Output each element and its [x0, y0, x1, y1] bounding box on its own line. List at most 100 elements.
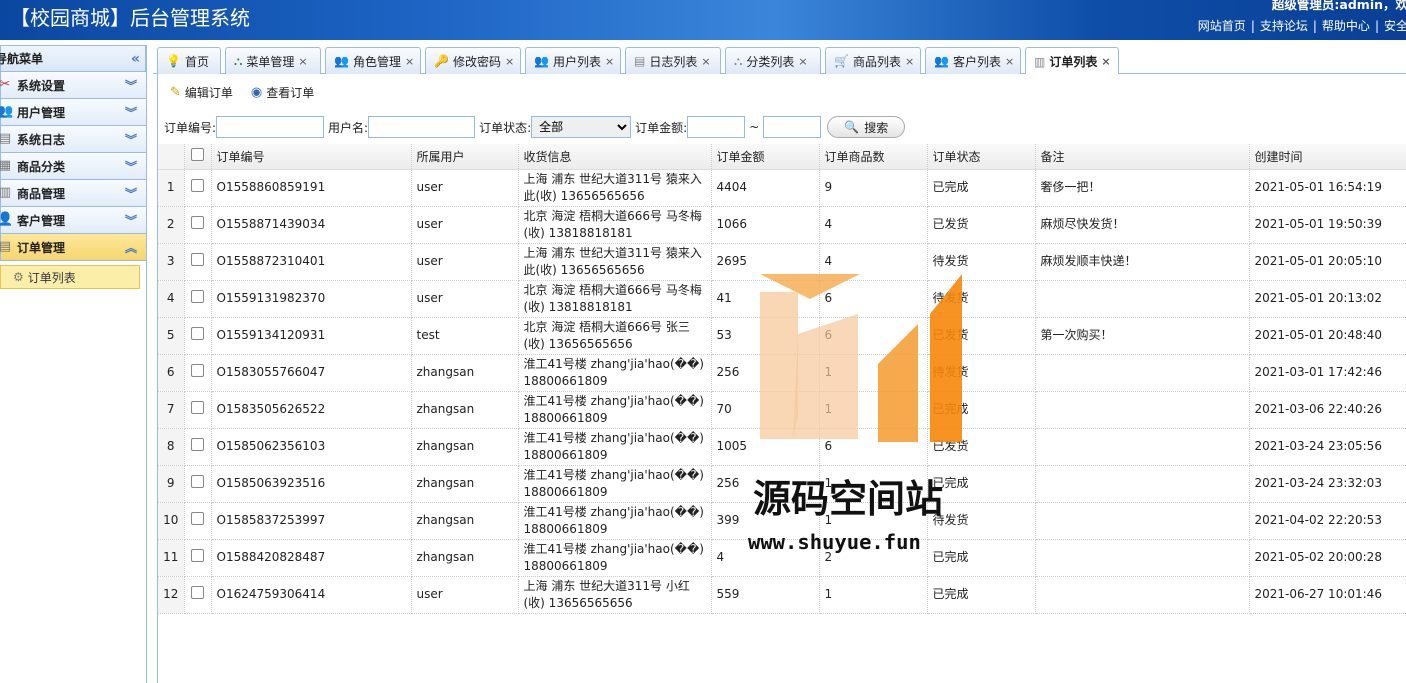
- col-note[interactable]: 备注: [1035, 144, 1250, 170]
- menu-system-log[interactable]: ▤ 系统日志 ︾: [0, 126, 146, 153]
- row-number: 8: [158, 428, 185, 466]
- close-icon[interactable]: ×: [798, 55, 807, 68]
- collapse-sidebar-icon[interactable]: «: [131, 51, 140, 67]
- table-row[interactable]: 9 O1585063923516 zhangsan 淮工41号楼 zhang'jia'…: [158, 465, 1406, 503]
- menu-system-settings[interactable]: ✂ 系统设置 ︾: [0, 72, 146, 99]
- cell-user: test: [411, 317, 519, 355]
- cell-note: [1035, 428, 1250, 466]
- tab-order-list[interactable]: ▥ 订单列表 ×: [1025, 47, 1119, 75]
- table-row[interactable]: 10 O1585837253997 zhangsan 淮工41号楼 zhang'jia…: [158, 502, 1406, 540]
- status-label: 订单状态:: [479, 120, 532, 135]
- row-select-checkbox[interactable]: [191, 215, 204, 229]
- cell-amount: 399: [711, 502, 820, 540]
- cell-time: 2021-05-01 20:48:40: [1249, 317, 1406, 355]
- close-icon[interactable]: ×: [298, 55, 307, 68]
- table-row[interactable]: 7 O1583505626522 zhangsan 淮工41号楼 zhang'jia'…: [158, 391, 1406, 429]
- table-row[interactable]: 12 O1624759306414 user 上海 浦东 世纪大道311号 小红(收)…: [158, 576, 1406, 614]
- row-number: 2: [158, 206, 185, 244]
- edit-order-button[interactable]: ✎ 编辑订单: [170, 84, 233, 101]
- cell-user: zhangsan: [411, 428, 519, 466]
- tab-role-management[interactable]: 👥 角色管理 ×: [325, 47, 421, 74]
- view-order-button[interactable]: ◉ 查看订单: [251, 84, 314, 101]
- tab-goods-list[interactable]: 🛒 商品列表 ×: [825, 47, 921, 74]
- expand-icon: ︾: [124, 187, 137, 201]
- username-input[interactable]: [368, 116, 476, 138]
- cell-time: 2021-05-01 20:13:02: [1249, 280, 1406, 318]
- close-icon[interactable]: ×: [505, 55, 514, 68]
- close-icon[interactable]: ×: [1005, 55, 1014, 68]
- order-no-input[interactable]: [216, 116, 325, 138]
- menu-customer-management[interactable]: 👤 客户管理 ︾: [0, 207, 146, 234]
- col-time[interactable]: 创建时间: [1249, 144, 1406, 170]
- row-select-checkbox[interactable]: [191, 548, 204, 562]
- link-help[interactable]: 帮助中心: [1322, 19, 1370, 33]
- col-status[interactable]: 订单状态: [927, 144, 1036, 170]
- tab-user-list[interactable]: 👥 用户列表 ×: [525, 47, 621, 74]
- cart-icon: 🛒: [834, 54, 849, 68]
- menu-order-management[interactable]: ▤ 订单管理 ︽: [0, 234, 146, 261]
- table-row[interactable]: 5 O1559134120931 test 北京 海淀 梧桐大道666号 张三(收) …: [158, 317, 1406, 355]
- table-row[interactable]: 2 O1558871439034 user 北京 海淀 梧桐大道666号 马冬梅(收)…: [158, 206, 1406, 244]
- tab-log-list[interactable]: ▤ 日志列表 ×: [625, 47, 721, 74]
- col-address[interactable]: 收货信息: [518, 144, 712, 170]
- tab-customer-list[interactable]: 👥 客户列表 ×: [925, 47, 1021, 74]
- document-icon: ▤: [634, 54, 646, 68]
- row-select-checkbox[interactable]: [191, 178, 204, 192]
- cell-address: 上海 浦东 世纪大道311号 猿来入此(收) 13656565656: [518, 243, 712, 281]
- row-select-checkbox[interactable]: [191, 474, 204, 488]
- tab-home[interactable]: 💡 首页: [157, 47, 221, 74]
- tab-category-list[interactable]: ⛬ 分类列表 ×: [725, 47, 821, 74]
- row-select-checkbox[interactable]: [191, 326, 204, 340]
- cell-note: [1035, 391, 1250, 429]
- col-amount[interactable]: 订单金额: [711, 144, 820, 170]
- col-order-no[interactable]: 订单编号: [211, 144, 412, 170]
- tab-change-password[interactable]: 🔑 修改密码 ×: [425, 47, 521, 74]
- table-row[interactable]: 11 O1588420828487 zhangsan 淮工41号楼 zhang'jia…: [158, 539, 1406, 577]
- row-select-checkbox[interactable]: [191, 252, 204, 266]
- link-security[interactable]: 安全: [1384, 19, 1406, 33]
- table-row[interactable]: 1 O1558860859191 user 上海 浦东 世纪大道311号 猿来入此(收…: [158, 169, 1406, 207]
- cell-order-no: O1624759306414: [211, 576, 412, 614]
- cell-order-no: O1559134120931: [211, 317, 412, 355]
- close-icon[interactable]: ×: [701, 55, 710, 68]
- tab-menu-management[interactable]: ⛬ 菜单管理 ×: [225, 47, 321, 74]
- row-checkbox: [184, 465, 212, 503]
- row-select-checkbox[interactable]: [191, 511, 204, 525]
- table-row[interactable]: 3 O1558872310401 user 上海 浦东 世纪大道311号 猿来入此(收…: [158, 243, 1406, 281]
- cell-user: zhangsan: [411, 354, 519, 392]
- menu-goods-management[interactable]: ▥ 商品管理 ︾: [0, 180, 146, 207]
- expand-icon: ︾: [124, 160, 137, 174]
- close-icon[interactable]: ×: [605, 55, 614, 68]
- collapse-icon: ︽: [124, 241, 137, 255]
- menu-goods-category[interactable]: ▦ 商品分类 ︾: [0, 153, 146, 180]
- expand-icon: ︾: [124, 214, 137, 228]
- status-select[interactable]: 全部: [531, 116, 632, 138]
- submenu-order-list[interactable]: ⚙ 订单列表: [0, 265, 140, 289]
- link-home[interactable]: 网站首页: [1198, 19, 1246, 33]
- row-select-checkbox[interactable]: [191, 400, 204, 414]
- search-button[interactable]: 🔍 搜索: [827, 116, 906, 138]
- amount-min-input[interactable]: [687, 116, 746, 138]
- close-icon[interactable]: ×: [1101, 55, 1110, 68]
- close-icon[interactable]: ×: [405, 55, 414, 68]
- row-select-checkbox[interactable]: [191, 289, 204, 303]
- col-count[interactable]: 订单商品数: [819, 144, 928, 170]
- select-all-checkbox[interactable]: [191, 148, 204, 162]
- app-title: 【校园商城】后台管理系统: [10, 6, 250, 30]
- table-row[interactable]: 8 O1585062356103 zhangsan 淮工41号楼 zhang'jia'…: [158, 428, 1406, 466]
- row-select-checkbox[interactable]: [191, 437, 204, 451]
- cell-amount: 559: [711, 576, 820, 614]
- table-row[interactable]: 6 O1583055766047 zhangsan 淮工41号楼 zhang'jia'…: [158, 354, 1406, 392]
- link-forum[interactable]: 支持论坛: [1260, 19, 1308, 33]
- cell-status: 已发货: [927, 317, 1036, 355]
- table-row[interactable]: 4 O1559131982370 user 北京 海淀 梧桐大道666号 马冬梅(收)…: [158, 280, 1406, 318]
- row-select-checkbox[interactable]: [191, 585, 204, 599]
- col-user[interactable]: 所属用户: [411, 144, 519, 170]
- expand-icon: ︾: [124, 106, 137, 120]
- menu-user-management[interactable]: 👥 用户管理 ︾: [0, 99, 146, 126]
- amount-max-input[interactable]: [763, 116, 822, 138]
- row-select-checkbox[interactable]: [191, 363, 204, 377]
- cell-time: 2021-05-01 16:54:19: [1249, 169, 1406, 207]
- close-icon[interactable]: ×: [905, 55, 914, 68]
- cell-address: 北京 海淀 梧桐大道666号 马冬梅(收) 13818818181: [518, 280, 712, 318]
